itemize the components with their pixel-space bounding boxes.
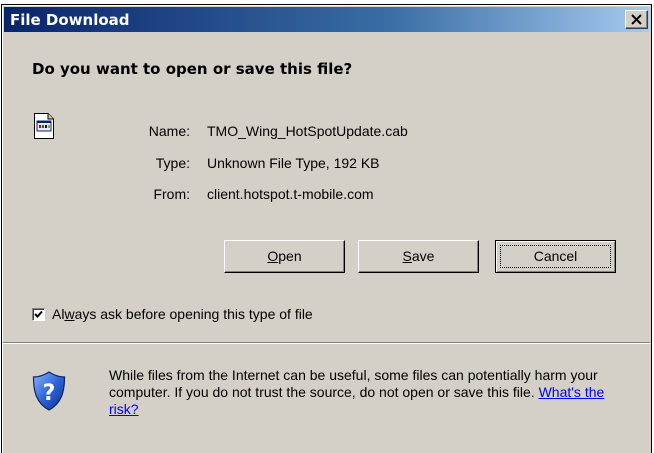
- save-button[interactable]: Save: [358, 240, 479, 273]
- open-button[interactable]: Open: [224, 240, 345, 273]
- title-bar[interactable]: File Download: [4, 7, 649, 32]
- name-label: Name:: [148, 123, 190, 139]
- warning-text: While files from the Internet can be use…: [109, 367, 598, 400]
- cancel-button[interactable]: Cancel: [495, 240, 616, 273]
- svg-text:?: ?: [43, 381, 56, 406]
- file-source: client.hotspot.t-mobile.com: [207, 186, 374, 202]
- type-label: Type:: [155, 155, 190, 171]
- cancel-button-label: Cancel: [533, 248, 578, 264]
- dialog-question: Do you want to open or save this file?: [32, 60, 353, 78]
- always-ask-label[interactable]: Always ask before opening this type of f…: [52, 306, 313, 322]
- file-type: Unknown File Type, 192 KB: [207, 155, 380, 171]
- close-button[interactable]: [625, 10, 648, 29]
- security-warning: While files from the Internet can be use…: [109, 367, 634, 418]
- cab-file-icon: [34, 113, 54, 139]
- shield-question-icon: ?: [32, 371, 66, 411]
- save-button-label: Save: [402, 248, 435, 264]
- checkmark-icon: [34, 310, 43, 318]
- always-ask-checkbox[interactable]: [32, 308, 45, 321]
- open-button-label: Open: [267, 248, 302, 264]
- separator: [3, 342, 650, 344]
- file-name: TMO_Wing_HotSpotUpdate.cab: [207, 123, 408, 139]
- close-icon: [631, 14, 642, 25]
- window-title: File Download: [10, 11, 130, 29]
- file-download-dialog: File Download Do you want to open or sav…: [1, 4, 652, 453]
- from-label: From:: [153, 186, 190, 202]
